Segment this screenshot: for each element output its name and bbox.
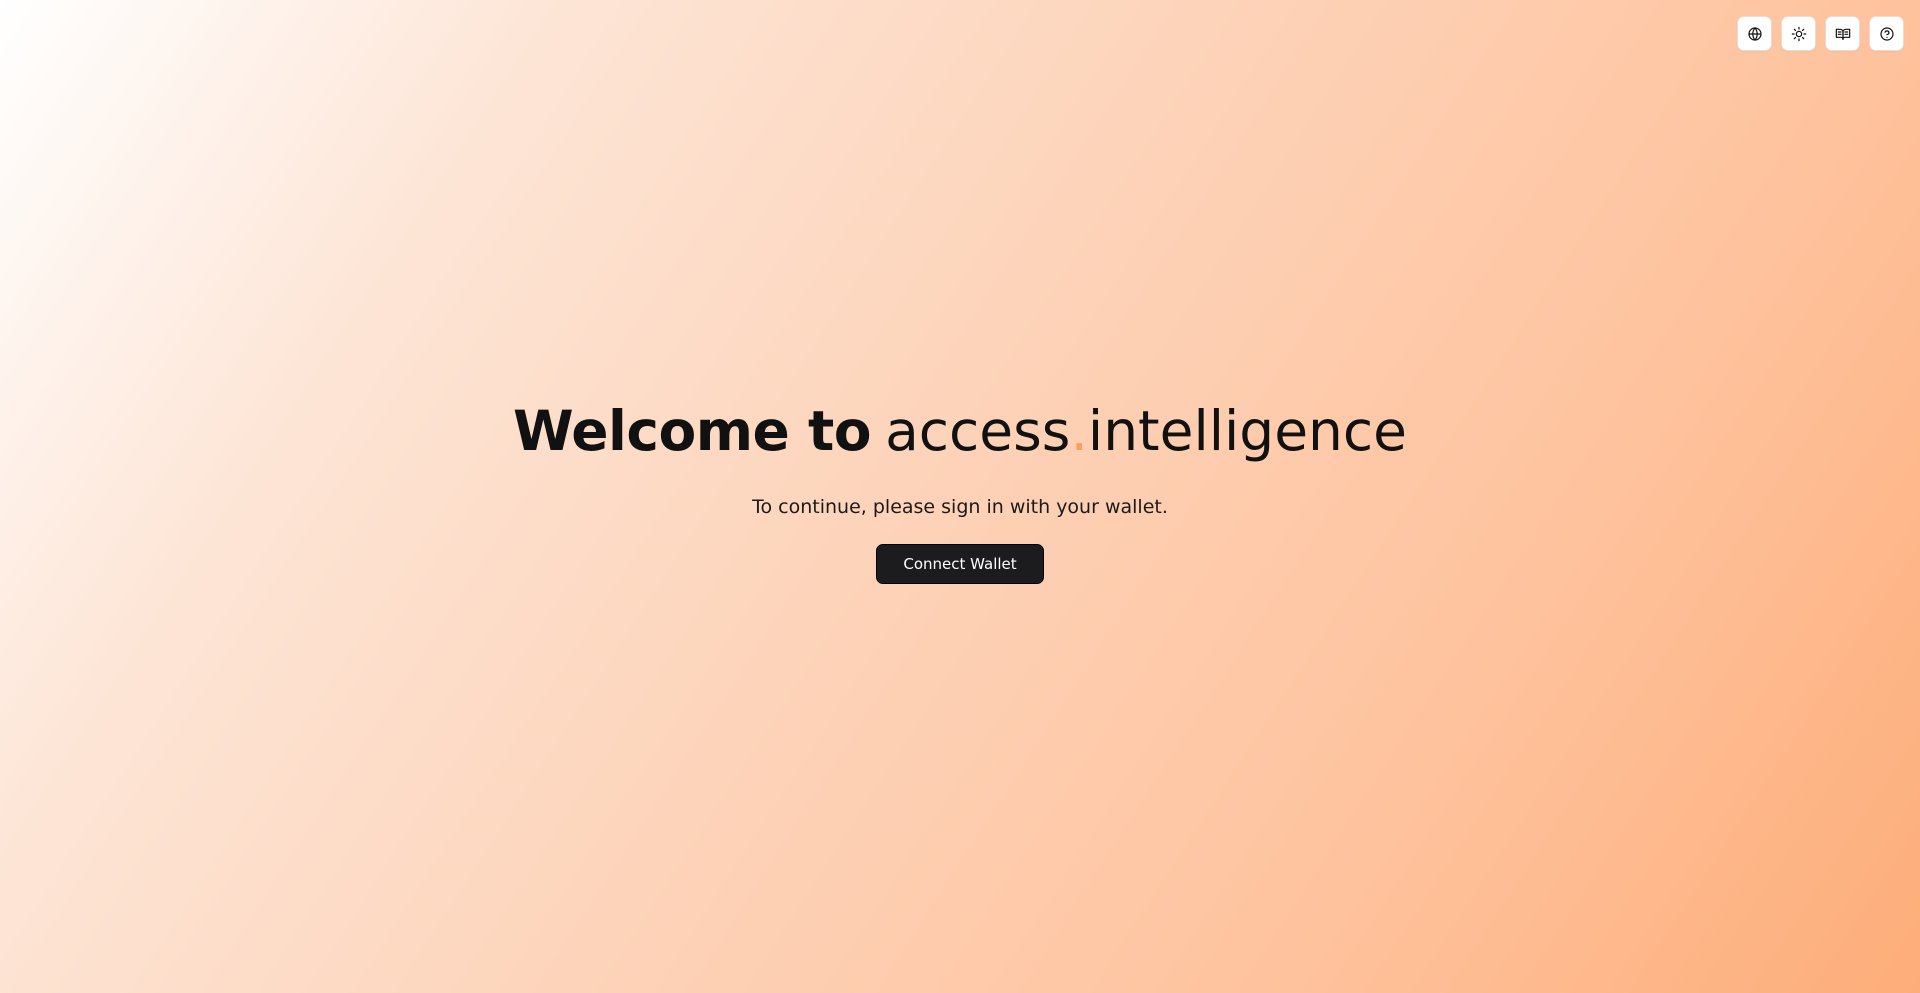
help-button[interactable]: [1869, 16, 1904, 51]
sign-in-instruction: To continue, please sign in with your wa…: [752, 496, 1168, 518]
brand-wordmark: access.intelligence: [885, 399, 1407, 463]
welcome-hero: Welcome to access.intelligence To continu…: [0, 398, 1920, 584]
language-button[interactable]: [1737, 16, 1772, 51]
welcome-text: Welcome to: [513, 399, 872, 463]
theme-toggle-button[interactable]: [1781, 16, 1816, 51]
connect-wallet-button[interactable]: Connect Wallet: [876, 544, 1044, 584]
brand-part-intelligence: intelligence: [1087, 399, 1407, 463]
globe-icon: [1747, 26, 1762, 41]
top-toolbar: [1737, 16, 1904, 51]
book-open-icon: [1835, 28, 1850, 40]
docs-button[interactable]: [1825, 16, 1860, 51]
brand-part-access: access: [885, 399, 1071, 463]
page-title: Welcome to access.intelligence: [0, 398, 1920, 468]
help-circle-icon: [1879, 26, 1894, 41]
brand-dot: .: [1070, 399, 1088, 463]
sun-icon: [1791, 26, 1806, 41]
